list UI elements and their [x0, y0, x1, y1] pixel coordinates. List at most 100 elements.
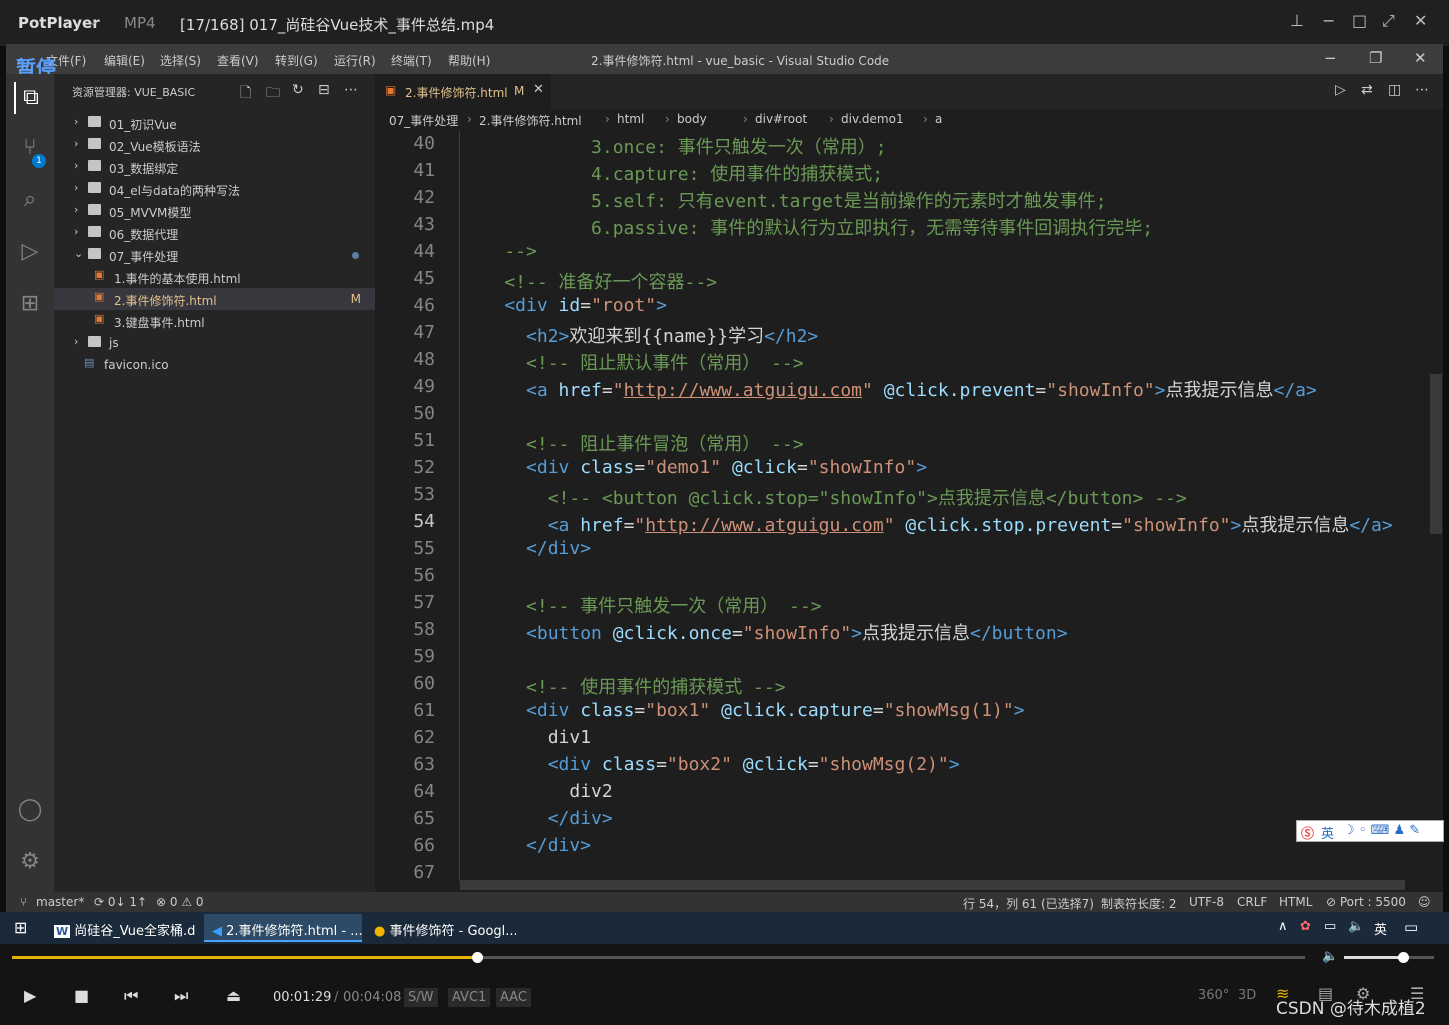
tree-item[interactable]: › 04_el与data的两种写法	[54, 178, 375, 200]
tree-item[interactable]: ▣ 1.事件的基本使用.html	[54, 266, 375, 288]
new-file-icon[interactable]: 🗋	[240, 82, 251, 106]
code-line[interactable]: 4.capture: 使用事件的捕获模式;	[461, 160, 883, 186]
code-line[interactable]: <!-- 阻止默认事件（常用） -->	[461, 349, 804, 375]
encoding[interactable]: UTF-8	[1189, 895, 1224, 909]
code-line[interactable]: <a href="http://www.atguigu.com" @click.…	[461, 511, 1393, 537]
eject-icon[interactable]: ⏏	[226, 986, 241, 1005]
ime-toolbar[interactable]: Ⓢ 英 ☽ ◦ ⌨ ♟ ✎	[1296, 820, 1444, 842]
new-folder-icon[interactable]: 🗀	[266, 82, 280, 106]
tree-item[interactable]: › 05_MVVM模型	[54, 200, 375, 222]
tree-item[interactable]: › 03_数据绑定	[54, 156, 375, 178]
tree-item[interactable]: › 01_初识Vue	[54, 112, 375, 134]
volume-icon[interactable]: 🔈	[1322, 949, 1338, 964]
minimize-icon[interactable]: −	[1322, 11, 1335, 30]
3d-icon[interactable]: 3D	[1238, 988, 1256, 1003]
volume-handle[interactable]	[1397, 952, 1409, 963]
code-line[interactable]: <div class="box2" @click="showMsg(2)">	[461, 754, 960, 775]
code-line[interactable]: -->	[461, 241, 537, 262]
code-line[interactable]: 5.self: 只有event.target是当前操作的元素时才触发事件;	[461, 187, 1107, 213]
code-line[interactable]: div2	[461, 781, 612, 802]
code-view[interactable]: 40 3.once: 事件只触发一次（常用）; 41 4.capture: 使用事…	[375, 131, 1443, 881]
code-line[interactable]: <div id="root">	[461, 295, 667, 316]
network-icon[interactable]: ▭	[1324, 919, 1336, 934]
cursor-position[interactable]: 行 54，列 61 (已选择7)	[963, 895, 1094, 912]
run-icon[interactable]: ▷	[1335, 82, 1346, 98]
breadcrumb-item[interactable]: 2.事件修饰符.html	[479, 112, 582, 129]
taskbar-chrome[interactable]: ● 事件修饰符 - Googl...	[366, 914, 516, 942]
tree-item[interactable]: › js	[54, 332, 375, 354]
explorer-icon[interactable]: ⧉	[14, 82, 46, 114]
code-line[interactable]: <a href="http://www.atguigu.com" @click.…	[461, 376, 1317, 402]
tree-item[interactable]: › 06_数据代理	[54, 222, 375, 244]
menu-edit[interactable]: 编辑(E)	[104, 52, 145, 69]
tab-size[interactable]: 制表符长度: 2	[1101, 895, 1177, 912]
menu-help[interactable]: 帮助(H)	[448, 52, 490, 69]
taskbar-word[interactable]: W 尚硅谷_Vue全家桶.d...	[46, 914, 196, 942]
problems-status[interactable]: ⊗ 0 ⚠ 0	[156, 895, 204, 909]
tray-app-icon[interactable]: ✿	[1300, 919, 1311, 934]
menu-selection[interactable]: 选择(S)	[160, 52, 201, 69]
code-line[interactable]: <!-- 阻止事件冒泡（常用） -->	[461, 430, 804, 456]
sync-status[interactable]: ⟳ 0↓ 1↑	[94, 895, 147, 909]
windows-start-icon[interactable]: ⊞	[14, 918, 27, 937]
close-icon[interactable]: ✕	[1414, 11, 1427, 30]
fullscreen-icon[interactable]: ⤢	[1382, 11, 1395, 31]
notifications-icon[interactable]: ▭	[1404, 918, 1418, 936]
breadcrumb-item[interactable]: a	[935, 112, 942, 126]
editor-more-icon[interactable]: ⋯	[1415, 82, 1429, 98]
stop-icon[interactable]: ■	[74, 986, 89, 1005]
vertical-scrollbar[interactable]	[1430, 374, 1442, 534]
code-line[interactable]: 3.once: 事件只触发一次（常用）;	[461, 133, 887, 159]
tray-chevron-icon[interactable]: ∧	[1278, 919, 1288, 934]
pin-icon[interactable]: ⊥	[1290, 11, 1304, 30]
more-actions-icon[interactable]: ⋯	[344, 82, 358, 98]
menu-go[interactable]: 转到(G)	[275, 52, 318, 69]
code-line[interactable]: 6.passive: 事件的默认行为立即执行，无需等待事件回调执行完毕;	[461, 214, 1153, 240]
menu-terminal[interactable]: 终端(T)	[391, 52, 432, 69]
tree-item[interactable]: ⌄ 07_事件处理	[54, 244, 375, 266]
tree-item[interactable]: ▣ 2.事件修饰符.html M	[54, 288, 375, 310]
vr-360-icon[interactable]: 360°	[1198, 988, 1229, 1003]
git-branch[interactable]: master*	[36, 895, 84, 909]
code-line[interactable]: </div>	[461, 835, 591, 856]
collapse-all-icon[interactable]: ⊟	[318, 82, 330, 98]
code-line[interactable]: <!-- 准备好一个容器-->	[461, 268, 717, 294]
live-server-port[interactable]: ⊘ Port : 5500	[1326, 895, 1406, 909]
code-line[interactable]: </div>	[461, 808, 613, 829]
code-line[interactable]: <!-- <button @click.stop="showInfo">点我提示…	[461, 484, 1187, 510]
eol[interactable]: CRLF	[1237, 895, 1267, 909]
code-line[interactable]: <!-- 事件只触发一次（常用） -->	[461, 592, 822, 618]
maximize-icon[interactable]: □	[1352, 11, 1367, 30]
ime-tray[interactable]: 英	[1374, 919, 1387, 938]
menu-run[interactable]: 运行(R)	[334, 52, 376, 69]
tab-close-icon[interactable]: ✕	[533, 82, 544, 97]
code-line[interactable]: <button @click.once="showInfo">点我提示信息</b…	[461, 619, 1068, 645]
language-mode[interactable]: HTML	[1279, 895, 1312, 909]
vscode-minimize-icon[interactable]: −	[1324, 49, 1337, 67]
volume-tray-icon[interactable]: 🔈	[1348, 919, 1364, 934]
compare-icon[interactable]: ⇄	[1361, 82, 1373, 98]
tag-sw[interactable]: S/W	[404, 988, 438, 1007]
split-editor-icon[interactable]: ◫	[1388, 82, 1401, 98]
next-icon[interactable]: ⏭	[174, 986, 188, 1006]
breadcrumb-item[interactable]: body	[677, 112, 707, 126]
taskbar-vscode[interactable]: ◀ 2.事件修饰符.html - ...	[204, 914, 362, 942]
seek-bar[interactable]	[12, 956, 1305, 959]
account-icon[interactable]: ◯	[14, 794, 46, 826]
breadcrumb-item[interactable]: div#root	[755, 112, 807, 126]
code-line[interactable]: </div>	[461, 538, 591, 559]
code-line[interactable]: <h2>欢迎来到{{name}}学习</h2>	[461, 322, 818, 348]
extensions-icon[interactable]: ⊞	[14, 288, 46, 320]
tab-event-modifiers[interactable]: ▣ 2.事件修饰符.html M ✕	[375, 74, 551, 109]
tag-aac[interactable]: AAC	[496, 988, 531, 1007]
previous-icon[interactable]: ⏮	[124, 986, 138, 1006]
breadcrumb-item[interactable]: html	[617, 112, 644, 126]
menu-view[interactable]: 查看(V)	[217, 52, 259, 69]
breadcrumb-item[interactable]: div.demo1	[841, 112, 904, 126]
settings-gear-icon[interactable]: ⚙	[14, 846, 46, 878]
tree-item[interactable]: ▣ 3.键盘事件.html	[54, 310, 375, 332]
refresh-icon[interactable]: ↻	[292, 82, 304, 98]
seek-handle[interactable]	[472, 952, 484, 963]
feedback-icon[interactable]: ☺	[1418, 895, 1431, 909]
tag-avc1[interactable]: AVC1	[448, 988, 491, 1007]
